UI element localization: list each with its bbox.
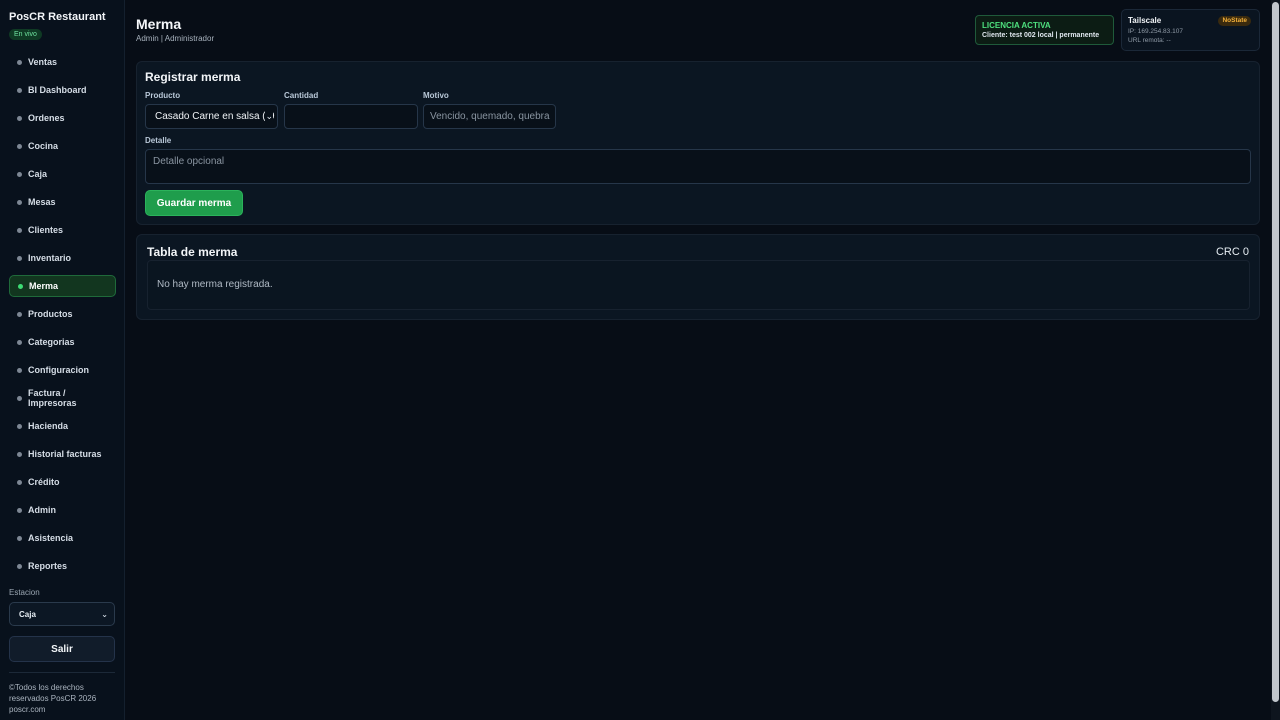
table-title: Tabla de merma	[147, 245, 238, 259]
page-scrollbar[interactable]	[1271, 0, 1280, 720]
bullet-icon	[17, 423, 22, 429]
bullet-icon	[17, 479, 22, 485]
sidebar-item-label: Ordenes	[28, 113, 65, 123]
sidebar-item-ordenes[interactable]: Ordenes	[9, 107, 116, 129]
sidebar-item-label: Cocina	[28, 141, 59, 151]
waste-table-card: Tabla de merma CRC 0 No hay merma regist…	[136, 234, 1260, 320]
bullet-icon	[17, 395, 22, 401]
product-select[interactable]: Casado Carne en salsa (-9 ⌄	[145, 104, 278, 129]
sidebar-item-bi-dashboard[interactable]: BI Dashboard	[9, 79, 116, 101]
bullet-icon	[17, 563, 22, 569]
chevron-down-icon: ⌄	[265, 111, 273, 122]
empty-state: No hay merma registrada.	[147, 260, 1250, 310]
sidebar-item-caja[interactable]: Caja	[9, 163, 116, 185]
sidebar-item-factura-impresoras[interactable]: Factura / Impresoras	[9, 385, 99, 411]
sidebar-item-inventario[interactable]: Inventario	[9, 247, 116, 269]
quantity-input[interactable]	[284, 104, 418, 129]
sidebar-item-label: Inventario	[28, 253, 72, 263]
live-status-badge: En vivo	[9, 29, 42, 40]
bullet-icon	[17, 255, 22, 261]
sidebar-item-label: Ventas	[28, 57, 58, 67]
sidebar-item-ventas[interactable]: Ventas	[9, 51, 116, 73]
bullet-icon	[18, 283, 23, 289]
sidebar-item-label: Clientes	[28, 225, 64, 235]
bullet-icon	[17, 199, 22, 205]
bullet-icon	[17, 311, 22, 317]
sidebar-item-credito[interactable]: Crédito	[9, 471, 116, 493]
sidebar-item-asistencia[interactable]: Asistencia	[9, 527, 116, 549]
sidebar-footer: ©Todos los derechos reservados PosCR 202…	[9, 683, 97, 714]
register-title: Registrar merma	[145, 70, 241, 84]
brand-name: PosCR Restaurant	[9, 11, 106, 23]
table-total: CRC 0	[1215, 246, 1249, 258]
sidebar-item-configuracion[interactable]: Configuracion	[9, 359, 116, 381]
bullet-icon	[17, 115, 22, 121]
bullet-icon	[17, 171, 22, 177]
bullet-icon	[17, 227, 22, 233]
station-select-value: Caja	[19, 609, 36, 619]
sidebar-item-mesas[interactable]: Mesas	[9, 191, 116, 213]
detail-textarea[interactable]: Detalle opcional	[145, 149, 1251, 184]
license-title: LICENCIA ACTIVA	[982, 21, 1051, 30]
sidebar: PosCR Restaurant En vivo Ventas BI Dashb…	[0, 0, 125, 720]
station-select[interactable]: Caja ⌄	[9, 602, 115, 626]
sidebar-item-productos[interactable]: Productos	[9, 303, 116, 325]
sidebar-item-label: Mesas	[28, 197, 56, 207]
page-title: Merma	[136, 16, 182, 32]
sidebar-item-admin[interactable]: Admin	[9, 499, 116, 521]
save-waste-button[interactable]: Guardar merma	[145, 190, 243, 216]
sidebar-item-label: Factura / Impresoras	[28, 388, 77, 408]
sidebar-item-label: Categorias	[28, 337, 75, 347]
sidebar-item-label: Reportes	[28, 561, 68, 571]
sidebar-item-label: Asistencia	[28, 533, 74, 543]
product-select-value: Casado Carne en salsa (-9	[155, 111, 275, 122]
chevron-down-icon: ⌄	[101, 609, 108, 619]
bullet-icon	[17, 507, 22, 513]
empty-state-text: No hay merma registrada.	[157, 279, 273, 290]
license-status-box: LICENCIA ACTIVA Cliente: test 002 local …	[975, 15, 1114, 45]
product-label: Producto	[145, 91, 181, 100]
sidebar-item-label: Historial facturas	[28, 449, 102, 459]
detail-label: Detalle	[145, 136, 172, 145]
scrollbar-thumb[interactable]	[1272, 2, 1279, 702]
sidebar-item-label: Crédito	[28, 477, 60, 487]
bullet-icon	[17, 535, 22, 541]
sidebar-item-hacienda[interactable]: Hacienda	[9, 415, 116, 437]
station-label: Estacion	[9, 588, 40, 597]
sidebar-item-label: Caja	[28, 169, 48, 179]
sidebar-item-label: Hacienda	[28, 421, 69, 431]
sidebar-item-historial-facturas[interactable]: Historial facturas	[9, 443, 116, 465]
reason-label: Motivo	[423, 91, 449, 100]
user-role: Admin | Administrador	[136, 34, 215, 43]
sidebar-item-label: Productos	[28, 309, 73, 319]
sidebar-item-label: BI Dashboard	[28, 85, 87, 95]
bullet-icon	[17, 339, 22, 345]
quantity-label: Cantidad	[284, 91, 319, 100]
tailscale-state-badge: NoState	[1218, 16, 1251, 26]
license-client: Cliente: test 002 local | permanente	[982, 32, 1100, 39]
sidebar-item-label: Merma	[29, 281, 59, 291]
tailscale-status-box: Tailscale NoState IP: 169.254.83.107 URL…	[1121, 9, 1260, 51]
tailscale-ip: IP: 169.254.83.107	[1128, 28, 1183, 35]
bullet-icon	[17, 143, 22, 149]
register-waste-card: Registrar merma	[136, 61, 1260, 225]
bullet-icon	[17, 87, 22, 93]
sidebar-item-label: Configuracion	[28, 365, 89, 375]
reason-input[interactable]: Vencido, quemado, quebra	[423, 104, 556, 129]
sidebar-item-clientes[interactable]: Clientes	[9, 219, 116, 241]
sidebar-item-label: Admin	[28, 505, 56, 515]
logout-button[interactable]: Salir	[9, 636, 115, 662]
tailscale-remote-url: URL remota: --	[1128, 37, 1171, 44]
bullet-icon	[17, 451, 22, 457]
sidebar-item-reportes[interactable]: Reportes	[9, 555, 116, 577]
bullet-icon	[17, 59, 22, 65]
sidebar-divider	[9, 672, 115, 673]
sidebar-item-merma[interactable]: Merma	[9, 275, 116, 297]
sidebar-item-cocina[interactable]: Cocina	[9, 135, 116, 157]
sidebar-item-categorias[interactable]: Categorias	[9, 331, 116, 353]
bullet-icon	[17, 367, 22, 373]
